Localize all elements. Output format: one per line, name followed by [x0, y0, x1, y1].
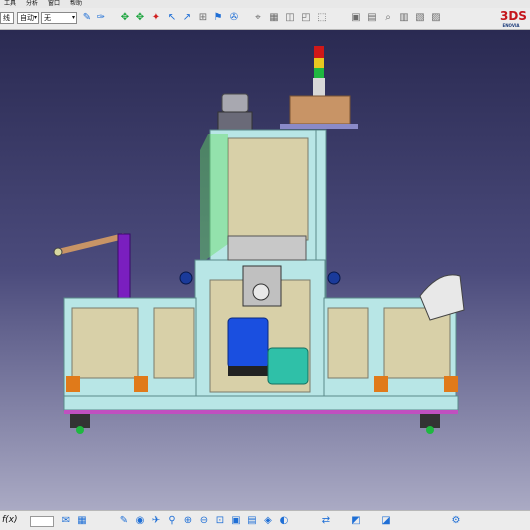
top-view-icon[interactable]: ▤: [246, 515, 258, 527]
script-icon[interactable]: ✎: [118, 515, 130, 527]
right-panel-1: [327, 307, 369, 379]
options-icon[interactable]: ▥: [398, 12, 410, 24]
catalog-icon[interactable]: ▣: [350, 12, 362, 24]
zoom-in-icon[interactable]: ⊕: [182, 515, 194, 527]
pointer-icon[interactable]: ↖: [166, 12, 178, 24]
status-bar: f(x) ✉ ▦ ✎ ◉ ✈ ⚲ ⊕ ⊖ ⊡ ▣ ▤ ◈ ◐ ⇄ ◩ ◪ ⚙: [0, 510, 530, 530]
menu-item-analyze[interactable]: 分析: [26, 0, 38, 8]
camera-icon[interactable]: ◉: [134, 515, 146, 527]
shading-icon[interactable]: ◩: [350, 515, 362, 527]
upper-panel: [227, 137, 309, 241]
fly-icon[interactable]: ✈: [150, 515, 162, 527]
menu-item-tools[interactable]: 工具: [4, 0, 16, 8]
auto-select[interactable]: 自动 ▾: [17, 12, 39, 24]
control-box: [289, 95, 351, 125]
line-type-select[interactable]: 线: [0, 12, 14, 24]
settings-icon[interactable]: ⚙: [450, 515, 462, 527]
right-panel-2: [383, 307, 451, 379]
menu-bar: 工具 分析 窗口 帮助: [0, 0, 530, 8]
properties-icon[interactable]: ▧: [414, 12, 426, 24]
main-toolbar: 线 自动 ▾ 无 ▾ ✎ ✑ ✥ ✥ ✦ ↖ ↗ ⊞ ⚑ ✇ ⌖ ▦ ◫ ◰ ⬚ ▣…: [0, 8, 530, 30]
left-panel-2: [153, 307, 195, 379]
gearbox-shaft: [252, 283, 270, 301]
casters: [70, 414, 440, 434]
filter-icon[interactable]: ⚑: [212, 12, 224, 24]
line-type-value: 线: [3, 14, 10, 22]
left-panel-1: [71, 307, 139, 379]
front-view-icon[interactable]: ▣: [230, 515, 242, 527]
swap-icon[interactable]: ⇄: [320, 515, 332, 527]
table-icon[interactable]: ▦: [76, 515, 88, 527]
zoom-out-icon[interactable]: ⊖: [198, 515, 210, 527]
signal-tower: [313, 46, 325, 98]
left-roller: [179, 271, 193, 285]
menu-item-window[interactable]: 窗口: [48, 0, 60, 8]
spindle-block: [227, 235, 307, 261]
formula-icon[interactable]: f(x): [2, 515, 18, 525]
measure-icon[interactable]: ↗: [181, 12, 193, 24]
hide-icon[interactable]: ◐: [278, 515, 290, 527]
top-cylinder-unit: [217, 93, 253, 133]
left-lever-arm: [53, 233, 131, 301]
axis-icon[interactable]: ⌖: [252, 12, 264, 24]
brand-mark: 3DS: [500, 9, 527, 23]
brand-name: ENOVIA: [502, 23, 520, 28]
machine-model: [53, 46, 465, 434]
auto-value: 自动: [20, 14, 34, 22]
compass-icon[interactable]: ✇: [228, 12, 240, 24]
menu-item-help[interactable]: 帮助: [70, 0, 82, 8]
render-icon[interactable]: ◰: [300, 12, 312, 24]
pencil-icon[interactable]: ✎: [81, 12, 93, 24]
3d-viewport[interactable]: [0, 30, 530, 510]
machine-base: [63, 395, 459, 411]
grid-icon[interactable]: ▦: [268, 12, 280, 24]
layer-select[interactable]: 无 ▾: [41, 12, 77, 24]
capture-icon[interactable]: ⬚: [316, 12, 328, 24]
layer-value: 无: [44, 14, 51, 22]
pan-icon[interactable]: ✥: [119, 12, 131, 24]
control-box-base: [280, 124, 358, 129]
iso-view-icon[interactable]: ◈: [262, 515, 274, 527]
layer-icon[interactable]: ◫: [284, 12, 296, 24]
search-icon[interactable]: ⌕: [382, 12, 394, 24]
base-trim: [64, 410, 458, 414]
chat-icon[interactable]: ✉: [60, 515, 72, 527]
export-icon[interactable]: ▨: [430, 12, 442, 24]
render-style-icon[interactable]: ◪: [380, 515, 392, 527]
snap-icon[interactable]: ⊞: [197, 12, 209, 24]
pump: [267, 347, 309, 385]
command-input[interactable]: [30, 516, 54, 527]
walk-icon[interactable]: ⚲: [166, 515, 178, 527]
right-roller: [327, 271, 341, 285]
rotate-icon[interactable]: ✥: [134, 12, 146, 24]
library-icon[interactable]: ▤: [366, 12, 378, 24]
fit-all-icon[interactable]: ⊡: [214, 515, 226, 527]
bucket-icon[interactable]: ✑: [95, 12, 107, 24]
zoom-icon[interactable]: ✦: [150, 12, 162, 24]
glass-guard: [200, 134, 228, 264]
